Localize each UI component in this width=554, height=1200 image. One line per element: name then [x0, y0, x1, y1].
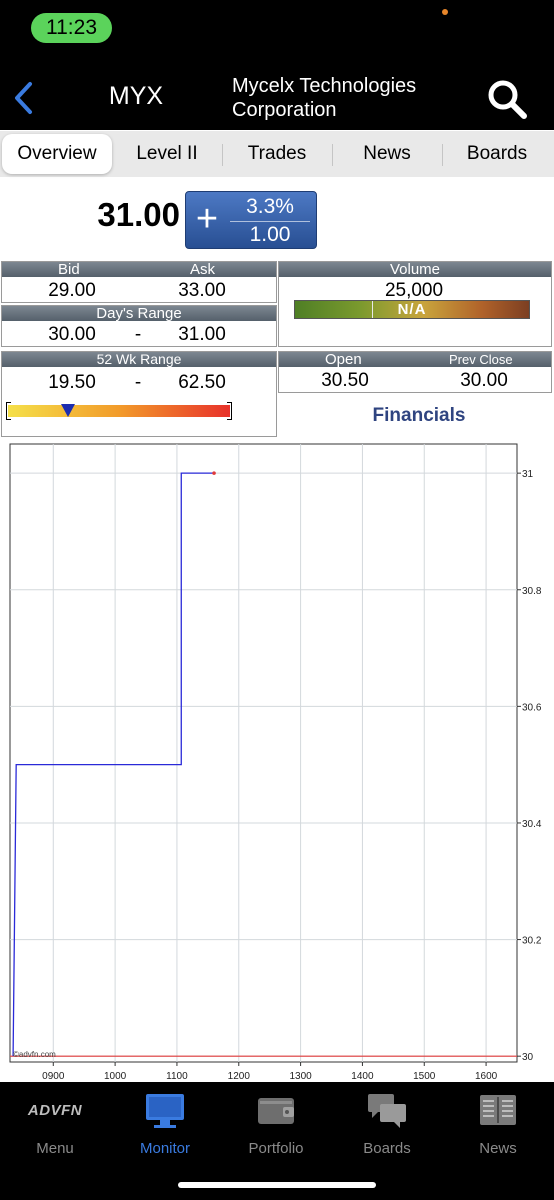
prev-close-label: Prev Close — [449, 352, 513, 367]
volume-indicator-bar: N/A — [294, 300, 530, 319]
nav-news[interactable]: News — [443, 1088, 553, 1158]
y-tick-label: 30 — [522, 1052, 534, 1063]
stock-symbol: MYX — [108, 82, 164, 110]
back-button[interactable] — [8, 78, 40, 118]
x-tick-label: 1000 — [104, 1071, 127, 1082]
x-tick-label: 1100 — [166, 1071, 188, 1082]
open-prev-close-box: Open Prev Close 30.50 30.00 — [278, 351, 552, 393]
x-tick-label: 1500 — [413, 1071, 436, 1082]
change-sign: + — [195, 198, 219, 240]
privacy-indicator-dot — [442, 9, 448, 15]
y-tick-label: 30.6 — [522, 702, 542, 713]
volume-value: 25,000 — [384, 280, 444, 301]
volume-header: Volume — [279, 261, 551, 278]
bid-ask-header: Bid Ask — [2, 261, 276, 278]
days-range-label: Day's Range — [96, 305, 182, 322]
chart-plot-area — [9, 443, 518, 1063]
intraday-chart[interactable]: 0900 1000 1100 1200 1300 1400 1500 1600 30 30.2 30… — [0, 438, 554, 1082]
company-name: Mycelx Technologies Corporation — [232, 74, 462, 122]
x-tick-label: 1600 — [475, 1071, 498, 1082]
x-tick-label: 1400 — [351, 1071, 374, 1082]
open-label: Open — [325, 351, 362, 368]
52-week-bar-right-bracket — [227, 402, 232, 420]
price-change-box[interactable]: + 3.3% 1.00 — [185, 191, 317, 249]
y-tick-label: 30.8 — [522, 586, 542, 597]
x-tick-label: 1200 — [228, 1071, 251, 1082]
52-week-position-marker — [60, 404, 75, 417]
last-price-point — [212, 471, 216, 475]
intraday-chart-svg: 0900 1000 1100 1200 1300 1400 1500 1600 30 30.2 30… — [9, 443, 542, 1082]
open-prev-close-header: Open Prev Close — [279, 351, 551, 368]
nav-monitor-label: Monitor — [139, 1140, 191, 1157]
tab-level-ii[interactable]: Level II — [112, 134, 222, 174]
52-week-range-header: 52 Wk Range — [2, 351, 276, 367]
search-button[interactable] — [486, 78, 528, 120]
chart-watermark: ©advfn.com — [13, 1050, 56, 1059]
tab-news[interactable]: News — [332, 134, 442, 174]
chat-bubbles-icon — [368, 1094, 406, 1128]
days-range-header: Day's Range — [2, 305, 276, 322]
tab-trades[interactable]: Trades — [222, 134, 332, 174]
tab-bar: Overview Level II Trades News Boards — [0, 131, 554, 177]
status-time: 11:23 — [31, 13, 112, 43]
volume-label: Volume — [389, 261, 441, 278]
52-week-range-bar — [8, 405, 230, 417]
tab-overview[interactable]: Overview — [2, 134, 112, 174]
search-icon — [488, 80, 527, 119]
prev-close-value: 30.00 — [460, 370, 508, 391]
change-divider — [230, 221, 310, 222]
monitor-icon — [146, 1094, 184, 1128]
y-tick-label: 31 — [522, 469, 534, 480]
y-tick-label: 30.2 — [522, 936, 542, 947]
y-tick-label: 30.4 — [522, 819, 542, 830]
x-tick-label: 1300 — [289, 1071, 312, 1082]
open-value: 30.50 — [321, 370, 369, 391]
nav-boards-label: Boards — [363, 1140, 411, 1157]
change-percent: 3.3% — [246, 195, 294, 218]
52-week-low-value: 19.50 — [48, 372, 96, 393]
bid-label: Bid — [58, 261, 80, 278]
chevron-left-icon — [15, 82, 32, 114]
52-week-range-box: 52 Wk Range 19.50 - 62.50 — [1, 351, 277, 437]
tab-boards[interactable]: Boards — [442, 134, 552, 174]
company-name-line1: Mycelx Technologies — [232, 75, 417, 97]
nav-portfolio-label: Portfolio — [248, 1140, 304, 1157]
x-tick-label: 0900 — [42, 1071, 65, 1082]
advfn-logo-icon: ADVFN — [27, 1102, 83, 1119]
52-week-bar-left-bracket — [6, 402, 11, 420]
days-high-value: 31.00 — [178, 324, 226, 345]
nav-boards[interactable]: Boards — [332, 1088, 442, 1158]
last-price: 31.00 — [97, 196, 180, 233]
ask-value: 33.00 — [178, 280, 226, 301]
nav-portfolio[interactable]: Portfolio — [221, 1088, 331, 1158]
days-range-separator: - — [134, 324, 142, 345]
volume-bar-text: N/A — [397, 301, 427, 318]
financials-link[interactable]: Financials — [300, 405, 538, 427]
status-bar: 11:23 — [0, 0, 554, 60]
52-week-range-label: 52 Wk Range — [96, 351, 182, 367]
nav-news-label: News — [479, 1140, 517, 1157]
days-range-box: Day's Range 30.00 - 31.00 — [1, 305, 277, 347]
nav-menu-label: Menu — [36, 1140, 74, 1157]
ask-label: Ask — [190, 261, 216, 278]
bid-ask-box: Bid Ask 29.00 33.00 — [1, 261, 277, 303]
company-name-line2: Corporation — [232, 99, 337, 121]
wallet-icon — [258, 1098, 294, 1124]
change-value: 1.00 — [249, 223, 291, 246]
52-week-range-separator: - — [134, 372, 142, 393]
nav-monitor[interactable]: Monitor — [110, 1088, 220, 1158]
days-low-value: 30.00 — [48, 324, 96, 345]
nav-menu[interactable]: ADVFN Menu — [0, 1088, 110, 1158]
bid-value: 29.00 — [48, 280, 96, 301]
home-indicator[interactable] — [178, 1182, 376, 1188]
volume-box: Volume 25,000 N/A — [278, 261, 552, 347]
header: MYX Mycelx Technologies Corporation — [0, 60, 554, 130]
newspaper-icon — [480, 1095, 516, 1125]
52-week-high-value: 62.50 — [178, 372, 226, 393]
